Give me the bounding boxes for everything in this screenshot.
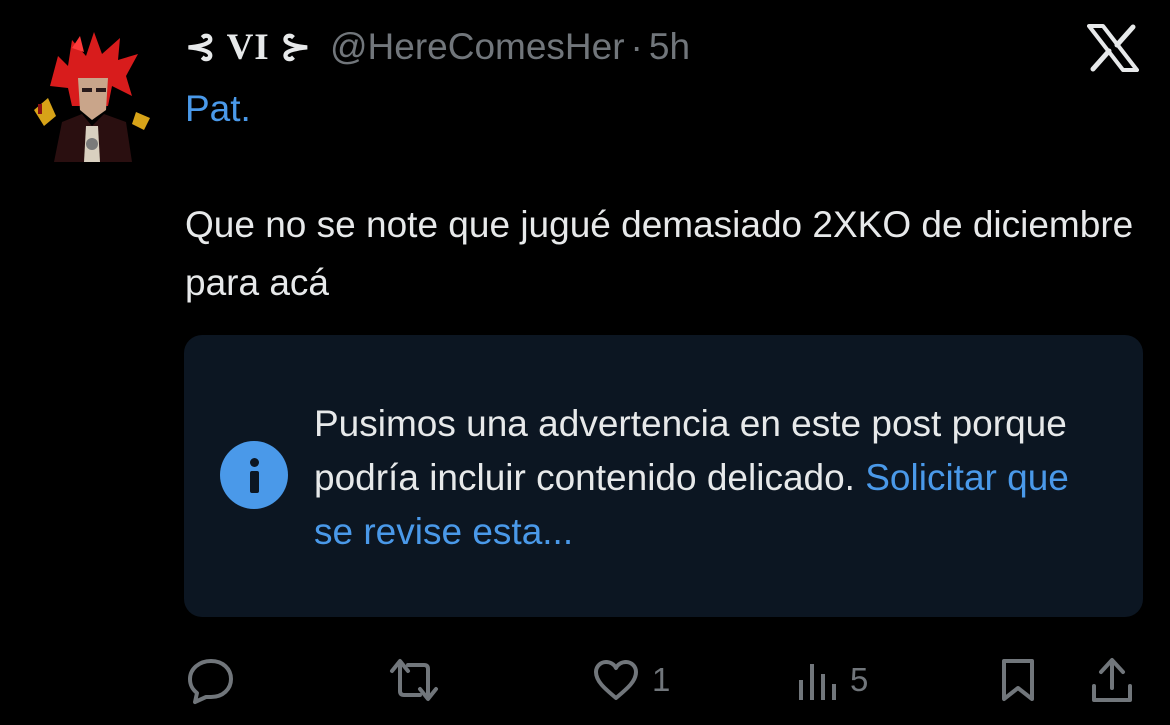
action-bar: 1 5 <box>0 650 1170 710</box>
mention-link[interactable]: Pat. <box>185 86 251 132</box>
views-count: 5 <box>850 661 869 698</box>
share-icon <box>1092 658 1132 702</box>
repost-button[interactable] <box>386 650 442 710</box>
post-text: Que no se note que jugué demasiado 2XKO … <box>185 204 1134 303</box>
separator-dot: · <box>630 26 643 67</box>
avatar[interactable] <box>28 26 156 162</box>
post-header: ⊰ VI ⊱ @HereComesHer · 5h <box>185 24 690 71</box>
post: ⊰ VI ⊱ @HereComesHer · 5h Pat. Que no se… <box>0 0 1170 725</box>
views-button[interactable]: 5 <box>796 650 868 710</box>
author-display-name[interactable]: ⊰ VI ⊱ <box>185 25 312 71</box>
x-logo-icon <box>1087 24 1139 72</box>
post-timestamp[interactable]: 5h <box>649 24 690 70</box>
author-handle[interactable]: @HereComesHer <box>330 24 625 70</box>
views-icon <box>799 664 836 700</box>
like-count: 1 <box>652 661 671 698</box>
sensitive-content-warning[interactable]: Pusimos una advertencia en este post por… <box>184 335 1143 617</box>
heart-icon <box>594 660 638 700</box>
info-icon <box>220 441 288 509</box>
reply-button[interactable] <box>186 650 236 710</box>
bookmark-icon <box>1002 659 1034 701</box>
bookmark-button[interactable] <box>998 650 1038 710</box>
reply-icon <box>188 659 233 704</box>
share-button[interactable] <box>1090 650 1134 710</box>
like-button[interactable]: 1 <box>592 650 670 710</box>
warning-text: Pusimos una advertencia en este post por… <box>314 397 1114 559</box>
repost-icon <box>390 659 438 701</box>
